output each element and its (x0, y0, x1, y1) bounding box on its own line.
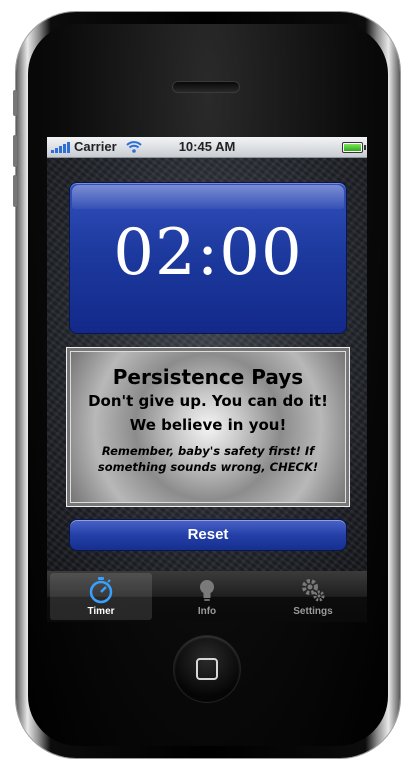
lightbulb-icon (193, 576, 221, 604)
battery-icon (342, 142, 366, 153)
stopwatch-icon (87, 576, 115, 604)
mute-switch (13, 90, 17, 116)
phone-screen: Carrier 10:45 AM 02:00 Persistence Pays … (47, 137, 367, 622)
motivation-message-panel: Persistence Pays Don't give up. You can … (66, 347, 350, 507)
home-button[interactable] (174, 636, 240, 702)
tab-settings[interactable]: Settings (262, 573, 364, 620)
timer-display-panel: 02:00 (69, 182, 347, 334)
gears-icon (299, 576, 327, 604)
message-line-2: We believe in you! (129, 416, 287, 434)
tab-timer-label: Timer (87, 606, 115, 617)
volume-up-button (13, 135, 17, 167)
battery-fill (344, 144, 361, 151)
volume-down-button (13, 175, 17, 207)
main-content: 02:00 Persistence Pays Don't give up. Yo… (47, 158, 367, 571)
timer-countdown: 02:00 (113, 216, 303, 290)
reset-button[interactable]: Reset (69, 519, 347, 551)
tab-settings-label: Settings (293, 606, 333, 617)
home-square-icon (196, 658, 218, 680)
message-line-1: Don't give up. You can do it! (88, 392, 328, 410)
tab-timer[interactable]: Timer (50, 573, 152, 620)
message-title: Persistence Pays (112, 365, 304, 389)
tab-info[interactable]: Info (156, 573, 258, 620)
message-safety-note: Remember, baby's safety first! If someth… (97, 444, 319, 474)
tab-info-label: Info (197, 606, 217, 617)
earpiece-speaker (172, 81, 240, 93)
tab-bar: Timer Info Settings (47, 571, 367, 622)
status-time: 10:45 AM (178, 139, 236, 154)
status-bar: Carrier 10:45 AM (47, 137, 367, 158)
